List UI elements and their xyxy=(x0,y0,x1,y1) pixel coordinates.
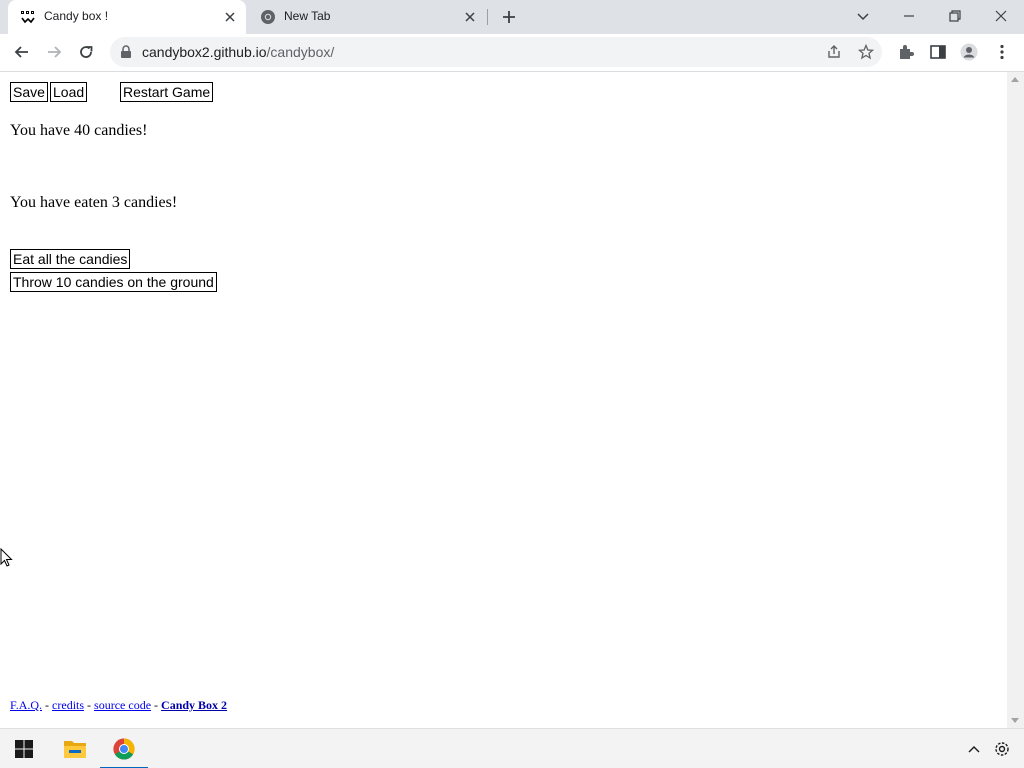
back-arrow-icon[interactable] xyxy=(12,42,32,62)
mouse-cursor-icon xyxy=(0,548,13,567)
candybox-face-icon xyxy=(21,11,35,24)
chrome-icon xyxy=(261,10,275,24)
taskbar-file-explorer[interactable] xyxy=(51,729,99,768)
browser-tab-strip: Candy box ! New Tab xyxy=(0,0,1024,34)
credits-link[interactable]: credits xyxy=(52,698,84,712)
tab-candy-box[interactable]: Candy box ! xyxy=(8,0,246,34)
footer-separator: - xyxy=(151,698,162,712)
footer-separator: - xyxy=(84,698,95,712)
url-host: candybox2.github.io xyxy=(142,44,267,60)
eat-candies-button[interactable]: Eat all the candies xyxy=(10,249,131,269)
profile-avatar-icon[interactable] xyxy=(960,43,978,61)
taskbar-chrome[interactable] xyxy=(100,729,148,768)
tab-separator xyxy=(487,9,488,25)
tab-new-tab[interactable]: New Tab xyxy=(248,0,486,34)
load-button[interactable]: Load xyxy=(50,82,88,102)
url-text[interactable]: candybox2.github.io/candybox/ xyxy=(142,44,334,60)
close-tab-icon[interactable] xyxy=(462,9,478,25)
forward-arrow-icon[interactable] xyxy=(44,42,64,62)
reload-icon[interactable] xyxy=(76,42,96,62)
candies-count-text: You have 40 candies! xyxy=(10,122,148,139)
faq-link[interactable]: F.A.Q. xyxy=(10,698,42,712)
extensions-puzzle-icon[interactable] xyxy=(897,43,915,61)
footer-separator: - xyxy=(42,698,53,712)
file-explorer-icon xyxy=(64,741,86,758)
bookmark-star-icon[interactable] xyxy=(858,44,874,60)
windows-taskbar xyxy=(0,728,1024,768)
chevron-up-icon[interactable] xyxy=(966,741,982,757)
restore-icon[interactable] xyxy=(945,6,965,26)
tab-search-chevron-icon[interactable] xyxy=(853,6,873,26)
tab-title: New Tab xyxy=(284,9,331,23)
save-button[interactable]: Save xyxy=(10,82,48,102)
footer-links: F.A.Q. - credits - source code - Candy B… xyxy=(10,698,227,713)
side-panel-icon[interactable] xyxy=(929,43,947,61)
candies-eaten-text: You have eaten 3 candies! xyxy=(10,194,178,211)
scroll-down-arrow-icon[interactable] xyxy=(1011,718,1019,723)
page-content: Save Load Restart Game You have 40 candi… xyxy=(0,72,1007,728)
more-menu-icon[interactable] xyxy=(993,43,1011,61)
close-window-icon[interactable] xyxy=(991,6,1011,26)
throw-candies-button[interactable]: Throw 10 candies on the ground xyxy=(10,272,217,292)
url-path: /candybox/ xyxy=(266,44,335,60)
settings-gear-icon[interactable] xyxy=(993,740,1011,758)
minimize-icon[interactable] xyxy=(899,6,919,26)
source-code-link[interactable]: source code xyxy=(94,698,151,712)
vertical-scrollbar[interactable] xyxy=(1007,72,1024,728)
new-tab-plus-icon[interactable] xyxy=(500,8,518,26)
browser-toolbar: candybox2.github.io/candybox/ xyxy=(0,34,1024,72)
start-button[interactable] xyxy=(0,729,48,768)
address-bar[interactable]: candybox2.github.io/candybox/ xyxy=(110,37,882,67)
tab-title: Candy box ! xyxy=(44,9,109,23)
windows-start-icon xyxy=(15,740,33,758)
lock-icon[interactable] xyxy=(120,45,132,59)
chrome-icon xyxy=(113,738,135,760)
share-icon[interactable] xyxy=(826,44,842,60)
scroll-up-arrow-icon[interactable] xyxy=(1011,77,1019,82)
restart-game-button[interactable]: Restart Game xyxy=(120,82,214,102)
candy-box-2-link[interactable]: Candy Box 2 xyxy=(161,698,227,712)
close-tab-icon[interactable] xyxy=(222,9,238,25)
